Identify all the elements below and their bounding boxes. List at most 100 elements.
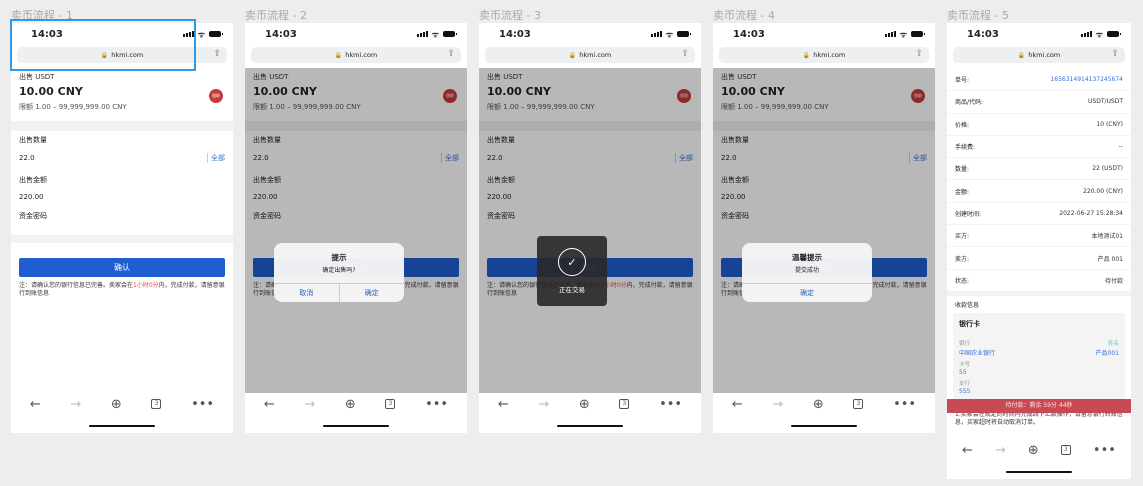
branch-value: 555 — [959, 387, 971, 395]
share-icon[interactable]: ⇪ — [447, 49, 455, 59]
order-row-value: 10 (CNY) — [1096, 120, 1123, 128]
battery-icon — [911, 31, 925, 37]
ok-button[interactable]: 确定 — [338, 284, 405, 302]
pay-countdown-bar[interactable]: 待付款：剩余 59分 44秒 — [947, 399, 1131, 413]
order-row: 卖方: 产品 001 — [947, 247, 1131, 270]
url-text: hkmi.com — [345, 51, 378, 59]
wifi-icon: ᯤ — [899, 29, 907, 39]
browser-toolbar: ← → ⊕ 3 ••• — [947, 439, 1131, 479]
branch-label: 支行 — [959, 380, 971, 387]
browser-toolbar: ← → ⊕ 3 ••• — [479, 393, 701, 433]
back-icon[interactable]: ← — [30, 397, 41, 412]
modal-overlay: 温馨提示 提交成功 确定 — [713, 68, 935, 393]
new-tab-icon[interactable]: ⊕ — [1028, 443, 1039, 458]
order-row: 创建时间: 2022-06-27 15:28:34 — [947, 203, 1131, 226]
share-icon[interactable]: ⇪ — [213, 49, 221, 59]
order-row-value: 22 (USDT) — [1092, 165, 1123, 173]
back-icon[interactable]: ← — [962, 443, 973, 458]
order-row-value: 1656314914137245674 — [1050, 76, 1123, 84]
cancel-button[interactable]: 取消 — [274, 284, 339, 302]
url-text: hkmi.com — [579, 51, 612, 59]
order-row: 手续费: -- — [947, 136, 1131, 159]
home-indicator — [89, 425, 155, 427]
forward-icon[interactable]: → — [304, 397, 315, 412]
back-icon[interactable]: ← — [732, 397, 743, 412]
signal-icon — [650, 31, 662, 37]
more-icon[interactable]: ••• — [425, 397, 448, 412]
battery-icon — [443, 31, 457, 37]
check-icon: ✓ — [558, 248, 586, 276]
tabs-icon[interactable]: 3 — [1060, 445, 1071, 455]
new-tab-icon[interactable]: ⊕ — [813, 397, 824, 412]
bank-label: 银行 — [959, 340, 971, 347]
order-row-label: 买方: — [955, 233, 970, 241]
new-tab-icon[interactable]: ⊕ — [579, 397, 590, 412]
board-title: 卖币流程 - 4 — [713, 9, 775, 22]
forward-icon[interactable]: → — [538, 397, 549, 412]
dialog-message: 提交成功 — [794, 267, 819, 274]
share-icon[interactable]: ⇪ — [1111, 49, 1119, 59]
amount-input[interactable]: 220.00 — [19, 193, 225, 201]
share-icon[interactable]: ⇪ — [681, 49, 689, 59]
name-label: 姓名 — [1107, 340, 1119, 347]
forward-icon[interactable]: → — [995, 443, 1006, 458]
more-icon[interactable]: ••• — [191, 397, 214, 412]
card-no-label: 卡号 — [959, 361, 971, 368]
order-row: 买方: 本地测试01 — [947, 225, 1131, 248]
notice-text: 注：请确认您的银行信息已完善。卖家会在1小时0分内，完成付款，请留意银行到账信息 — [19, 282, 225, 297]
battery-icon — [209, 31, 223, 37]
unionpay-logo: 银联 — [209, 89, 223, 103]
status-bar: 14:03 ᯤ — [947, 23, 1131, 45]
address-bar[interactable]: 🔒 hkmi.com ⇪ — [719, 47, 929, 63]
tabs-icon[interactable]: 3 — [619, 399, 630, 409]
order-row: 商品/代码: USDT/USDT — [947, 91, 1131, 114]
status-bar: 14:03 ᯤ — [245, 23, 467, 45]
forward-icon[interactable]: → — [70, 397, 81, 412]
order-row-label: 金额: — [955, 188, 970, 196]
qty-input[interactable]: 22.0 — [19, 154, 35, 162]
phone-screen: 14:03 ᯤ 🔒 hkmi.com ⇪ 单号: 1656314914137245… — [947, 23, 1131, 479]
forward-icon[interactable]: → — [772, 397, 783, 412]
status-bar: 14:03 ᯤ — [479, 23, 701, 45]
home-indicator — [323, 425, 389, 427]
order-row-label: 单号: — [955, 77, 970, 85]
order-row-value: 待付款 — [1104, 277, 1123, 285]
tabs-icon[interactable]: 3 — [853, 399, 864, 409]
home-indicator — [791, 425, 857, 427]
browser-toolbar: ← → ⊕ 3 ••• — [11, 393, 233, 433]
new-tab-icon[interactable]: ⊕ — [345, 397, 356, 412]
name-value: 产品001 — [1095, 349, 1119, 357]
battery-icon — [1107, 31, 1121, 37]
more-icon[interactable]: ••• — [1093, 443, 1116, 458]
dialog-title: 提示 — [331, 253, 347, 262]
url-text: hkmi.com — [813, 51, 846, 59]
ok-button[interactable]: 确定 — [742, 284, 872, 302]
address-bar[interactable]: 🔒 hkmi.com ⇪ — [953, 47, 1125, 63]
status-time: 14:03 — [265, 28, 297, 40]
all-button[interactable]: 全部 — [207, 153, 225, 163]
success-dialog: 温馨提示 提交成功 确定 — [742, 243, 872, 302]
address-bar[interactable]: 🔒 hkmi.com ⇪ — [251, 47, 461, 63]
confirm-button[interactable]: 确认 — [19, 258, 225, 277]
address-bar[interactable]: 🔒 hkmi.com ⇪ — [485, 47, 695, 63]
tabs-icon[interactable]: 3 — [385, 399, 396, 409]
order-row-label: 卖方: — [955, 255, 970, 263]
order-row: 数量: 22 (USDT) — [947, 158, 1131, 181]
sell-form: 出售 USDT 10.00 CNY 限额 1.00 – 99,999,999.0… — [11, 68, 233, 433]
order-row-label: 数量: — [955, 166, 970, 174]
sell-price: 10.00 CNY — [19, 85, 83, 98]
more-icon[interactable]: ••• — [659, 397, 682, 412]
sell-limit: 限额 1.00 – 99,999,999.00 CNY — [19, 103, 127, 111]
back-icon[interactable]: ← — [498, 397, 509, 412]
new-tab-icon[interactable]: ⊕ — [111, 397, 122, 412]
tabs-icon[interactable]: 3 — [151, 399, 162, 409]
share-icon[interactable]: ⇪ — [915, 49, 923, 59]
back-icon[interactable]: ← — [264, 397, 275, 412]
signal-icon — [884, 31, 896, 37]
bank-card: 银行卡 银行 姓名 中国农业银行 产品001 卡号 55 支行 555 — [953, 312, 1125, 406]
more-icon[interactable]: ••• — [893, 397, 916, 412]
dialog-message: 确定出售吗? — [322, 267, 356, 274]
order-rows: 单号: 1656314914137245674 商品/代码: USDT/USDT 价格:… — [947, 69, 1131, 292]
board-title: 卖币流程 - 2 — [245, 9, 307, 22]
status-time: 14:03 — [499, 28, 531, 40]
